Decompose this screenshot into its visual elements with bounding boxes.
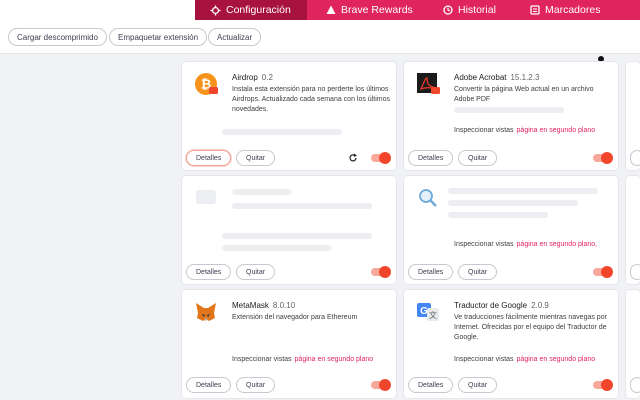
gear-icon bbox=[210, 4, 221, 16]
extension-description: Convertir la página Web actual en un arc… bbox=[454, 86, 594, 103]
extension-card-airdrop: ₿ Airdrop 0.2 Instala esta extensión para… bbox=[182, 62, 396, 170]
blurred-text bbox=[454, 107, 564, 113]
bookmarks-icon bbox=[530, 5, 540, 15]
enable-toggle[interactable] bbox=[371, 379, 391, 391]
extension-description: Ve traducciones fácilmente mientras nave… bbox=[454, 314, 607, 341]
tab-brave-rewards[interactable]: Brave Rewards bbox=[326, 0, 413, 20]
details-button-partial[interactable] bbox=[630, 377, 640, 393]
tab-marcadores[interactable]: Marcadores bbox=[530, 0, 600, 20]
magnifier-icon bbox=[419, 189, 437, 207]
reload-icon[interactable] bbox=[348, 153, 358, 163]
remove-button[interactable]: Quitar bbox=[236, 264, 276, 280]
toggle-knob bbox=[601, 266, 613, 278]
blurred-text bbox=[222, 245, 332, 251]
inspect-views: Inspeccionar vistas página en segundo pla… bbox=[454, 356, 596, 363]
remove-button[interactable]: Quitar bbox=[458, 264, 498, 280]
top-navigation-bar: Configuración Brave Rewards Historial Ma… bbox=[0, 0, 640, 20]
details-button[interactable]: Detalles bbox=[408, 264, 454, 280]
tab-label: Marcadores bbox=[545, 4, 601, 16]
toggle-knob bbox=[379, 152, 391, 164]
background-page-link[interactable]: página en segundo plano bbox=[517, 356, 596, 363]
inspect-views: Inspeccionar vistas página en segundo pla… bbox=[232, 356, 374, 363]
details-button[interactable]: Detalles bbox=[408, 150, 454, 166]
extension-name: Adobe Acrobat 15.1.2.3 bbox=[454, 73, 540, 82]
tab-label: Configuración bbox=[226, 4, 291, 16]
toggle-knob bbox=[379, 266, 391, 278]
details-button[interactable]: Detalles bbox=[186, 150, 232, 166]
enable-toggle[interactable] bbox=[371, 152, 391, 164]
blurred-text bbox=[448, 188, 598, 194]
extension-card-magnifier: Inspeccionar vistas página en segundo pla… bbox=[404, 176, 618, 284]
inspect-views: Inspeccionar vistas página en segundo pla… bbox=[454, 127, 596, 134]
extension-card-metamask: MetaMask 8.0.10 Extensión del navegador p… bbox=[182, 290, 396, 398]
blurred-text bbox=[448, 200, 578, 206]
blurred-text bbox=[232, 203, 372, 209]
history-clock-icon bbox=[443, 5, 453, 15]
metamask-fox-icon bbox=[196, 303, 216, 321]
toggle-knob bbox=[601, 379, 613, 391]
inspect-views: Inspeccionar vistas página en segundo pla… bbox=[454, 241, 598, 248]
blurred-icon bbox=[196, 190, 216, 204]
developer-toolbar: Cargar descomprimido Empaquetar extensió… bbox=[0, 20, 640, 54]
details-button[interactable]: Detalles bbox=[186, 377, 232, 393]
tab-configuracion[interactable]: Configuración bbox=[210, 0, 291, 20]
extension-card-partial bbox=[626, 290, 640, 398]
enable-toggle[interactable] bbox=[593, 152, 613, 164]
update-button[interactable]: Actualizar bbox=[208, 28, 262, 46]
remove-button[interactable]: Quitar bbox=[458, 150, 498, 166]
load-unpacked-button[interactable]: Cargar descomprimido bbox=[8, 28, 107, 46]
extension-card-partial bbox=[626, 62, 640, 170]
details-button-partial[interactable] bbox=[630, 264, 640, 280]
details-button[interactable]: Detalles bbox=[408, 377, 454, 393]
extension-name: MetaMask 8.0.10 bbox=[232, 301, 296, 310]
extension-card-partial bbox=[626, 176, 640, 284]
google-translate-icon: G文 bbox=[417, 303, 439, 321]
toggle-knob bbox=[601, 152, 613, 164]
extension-card-hidden: Detalles Quitar bbox=[182, 176, 396, 284]
pack-extension-button[interactable]: Empaquetar extensión bbox=[109, 28, 208, 46]
blurred-text bbox=[222, 129, 342, 135]
background-page-link[interactable]: página en segundo plano, bbox=[517, 241, 598, 248]
adobe-acrobat-icon bbox=[417, 73, 440, 94]
enable-toggle[interactable] bbox=[593, 266, 613, 278]
extension-card-adobe-acrobat: Adobe Acrobat 15.1.2.3 Convertir la págin… bbox=[404, 62, 618, 170]
remove-button[interactable]: Quitar bbox=[458, 377, 498, 393]
tab-label: Brave Rewards bbox=[341, 4, 413, 16]
background-page-link[interactable]: página en segundo plano bbox=[295, 356, 374, 363]
enable-toggle[interactable] bbox=[371, 266, 391, 278]
extension-name: Airdrop 0.2 bbox=[232, 73, 273, 82]
enable-toggle[interactable] bbox=[593, 379, 613, 391]
tab-historial[interactable]: Historial bbox=[443, 0, 496, 20]
details-button[interactable]: Detalles bbox=[186, 264, 232, 280]
details-button-partial[interactable] bbox=[630, 150, 640, 166]
rewards-triangle-icon bbox=[326, 5, 336, 14]
extension-name: Traductor de Google 2.0.9 bbox=[454, 301, 549, 310]
blurred-text bbox=[448, 212, 548, 218]
remove-button[interactable]: Quitar bbox=[236, 377, 276, 393]
svg-text:G: G bbox=[420, 306, 428, 317]
remove-button[interactable]: Quitar bbox=[236, 150, 276, 166]
blurred-text bbox=[222, 233, 372, 239]
extension-description: Extensión del navegador para Ethereum bbox=[232, 314, 358, 321]
svg-text:文: 文 bbox=[429, 310, 437, 320]
blurred-text bbox=[232, 189, 292, 195]
tab-label: Historial bbox=[458, 4, 496, 16]
extension-card-google-translate: G文 Traductor de Google 2.0.9 Ve traduccio… bbox=[404, 290, 618, 398]
toggle-knob bbox=[379, 379, 391, 391]
bitcoin-icon: ₿ bbox=[195, 73, 218, 95]
extension-description: Instala esta extensión para no perderte … bbox=[232, 86, 390, 113]
background-page-link[interactable]: página en segundo plano bbox=[517, 127, 596, 134]
